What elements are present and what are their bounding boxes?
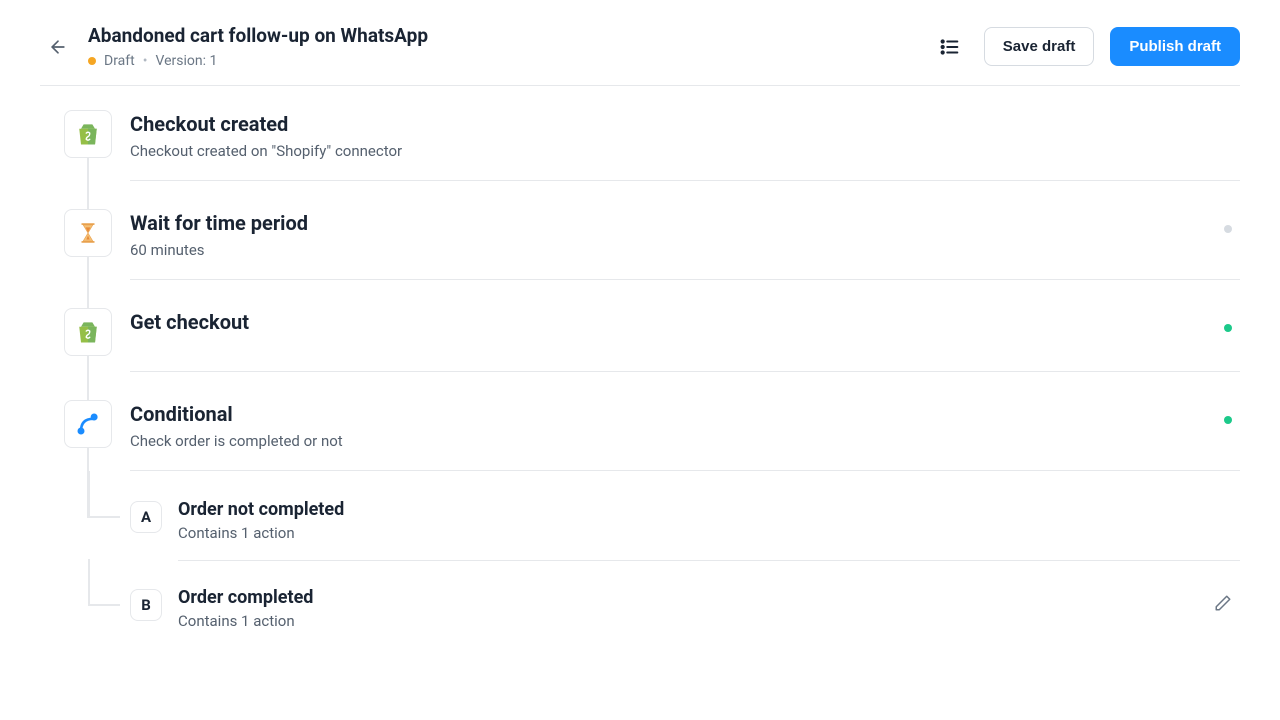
list-icon xyxy=(939,36,961,58)
workflow-steps: Checkout created Checkout created on "Sh… xyxy=(40,86,1240,648)
branch-subtitle: Contains 1 action xyxy=(178,612,313,630)
step-subtitle: Check order is completed or not xyxy=(130,432,343,450)
branch-b[interactable]: B Order completed Contains 1 action xyxy=(130,587,1240,648)
save-draft-button[interactable]: Save draft xyxy=(984,27,1095,66)
shopify-icon xyxy=(64,110,112,158)
step-title: Get checkout xyxy=(130,310,249,334)
step-conditional[interactable]: Conditional Check order is completed or … xyxy=(64,400,1240,499)
pencil-icon xyxy=(1214,594,1232,612)
branch-badge: B xyxy=(130,589,162,621)
branch-title: Order completed xyxy=(178,587,313,608)
list-view-button[interactable] xyxy=(932,29,968,65)
workflow-title: Abandoned cart follow-up on WhatsApp xyxy=(88,24,932,47)
step-title: Conditional xyxy=(130,402,343,426)
status-dot-icon xyxy=(88,57,96,65)
step-checkout-created[interactable]: Checkout created Checkout created on "Sh… xyxy=(64,110,1240,209)
version-label: Version: 1 xyxy=(155,53,217,69)
status-indicator-icon xyxy=(1224,225,1232,233)
step-title: Wait for time period xyxy=(130,211,308,235)
step-get-checkout[interactable]: Get checkout xyxy=(64,308,1240,400)
conditional-icon xyxy=(64,400,112,448)
step-wait[interactable]: Wait for time period 60 minutes xyxy=(64,209,1240,308)
branch-badge: A xyxy=(130,501,162,533)
back-button[interactable] xyxy=(40,29,76,65)
branch-title: Order not completed xyxy=(178,499,344,520)
arrow-left-icon xyxy=(48,37,68,57)
edit-branch-button[interactable] xyxy=(1214,587,1240,619)
step-title: Checkout created xyxy=(130,112,402,136)
workflow-header: Abandoned cart follow-up on WhatsApp Dra… xyxy=(40,0,1240,86)
step-subtitle: Checkout created on "Shopify" connector xyxy=(130,142,402,160)
branch-a[interactable]: A Order not completed Contains 1 action xyxy=(130,499,1240,587)
branch-subtitle: Contains 1 action xyxy=(178,524,344,542)
status-label: Draft xyxy=(104,53,135,69)
workflow-meta: Draft • Version: 1 xyxy=(88,53,932,69)
meta-separator: • xyxy=(143,53,148,69)
step-subtitle: 60 minutes xyxy=(130,241,308,259)
publish-draft-button[interactable]: Publish draft xyxy=(1110,27,1240,66)
status-indicator-icon xyxy=(1224,416,1232,424)
hourglass-icon xyxy=(64,209,112,257)
status-indicator-icon xyxy=(1224,324,1232,332)
shopify-icon xyxy=(64,308,112,356)
